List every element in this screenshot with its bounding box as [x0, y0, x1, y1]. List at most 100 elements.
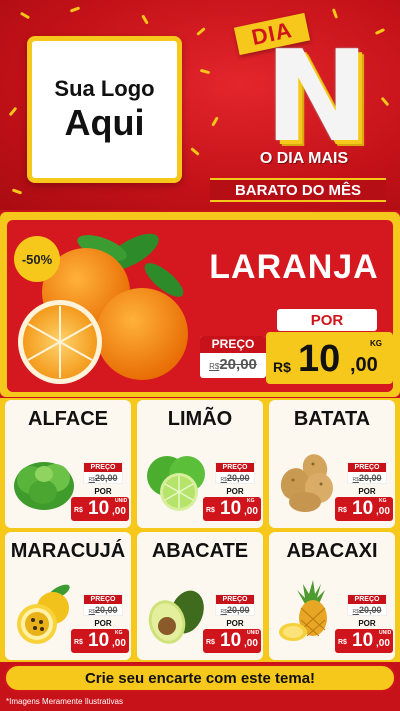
price-unit: KG: [379, 498, 387, 504]
price-unit: KG: [247, 498, 255, 504]
price-integer: 10: [220, 630, 242, 651]
price-decimal: ,00: [376, 506, 390, 517]
big-n-emblem: N: [262, 23, 372, 170]
flyer-page: Sua Logo Aqui DIA N O DIA MAIS BARATO DO…: [0, 0, 400, 711]
currency: R$: [338, 507, 347, 514]
confetti: [380, 96, 390, 107]
featured-old-price: PREÇO R$20,00: [200, 336, 266, 378]
big-n-letter: N: [264, 23, 370, 170]
confetti: [196, 27, 206, 36]
currency: R$: [206, 507, 215, 514]
old-price-box: PREÇO R$20,00: [83, 594, 123, 616]
product-name: LIMÃO: [167, 408, 233, 430]
price-tag: R$ 10 ,00 KG: [335, 497, 393, 521]
confetti: [190, 147, 200, 156]
featured-preco-label: PREÇO: [200, 336, 266, 353]
product-name: ABACAXI: [286, 540, 378, 562]
product-card: ALFACE PREÇO R$20,00 POR R$ 10 ,00 UNID: [5, 400, 131, 528]
old-price-amount: 20,00: [219, 356, 257, 373]
potato-icon: [280, 454, 333, 512]
preco-label: PREÇO: [84, 463, 122, 472]
por-label: POR: [94, 487, 112, 496]
price-decimal: ,00: [112, 506, 126, 517]
price-integer: 10: [88, 498, 110, 519]
featured-por-label: POR: [277, 309, 377, 331]
old-price-amount: 20,00: [226, 605, 250, 615]
price-unit: KG: [115, 630, 123, 636]
passion-fruit-icon: [17, 584, 70, 644]
cta-banner: Crie seu encarte com este tema!: [4, 664, 396, 692]
currency: R$: [74, 507, 83, 514]
confetti: [8, 106, 18, 117]
price-decimal: ,00: [112, 638, 126, 649]
discount-badge: -50%: [14, 236, 60, 282]
product-name: MARACUJÁ: [10, 540, 126, 562]
preco-label: PREÇO: [348, 595, 386, 604]
logo-text-line2: Aqui: [64, 101, 145, 143]
price-decimal: ,00: [244, 506, 258, 517]
old-price-box: PREÇO R$20,00: [215, 594, 255, 616]
product-card: MARACUJÁ PREÇO R$20,00 POR R$ 10 ,00 KG: [5, 532, 131, 660]
por-label: POR: [226, 619, 244, 628]
confetti: [11, 188, 23, 195]
confetti: [199, 68, 211, 75]
price-unit: UNID: [379, 630, 392, 636]
old-price: R$20,00: [348, 604, 386, 618]
header: Sua Logo Aqui DIA N O DIA MAIS BARATO DO…: [0, 0, 400, 210]
slogan-line2: BARATO DO MÊS: [234, 181, 362, 199]
price-tag: R$ 10 ,00 KG: [71, 629, 129, 653]
por-label: POR: [358, 487, 376, 496]
por-label: POR: [358, 619, 376, 628]
preco-label: PREÇO: [348, 463, 386, 472]
old-price: R$20,00: [216, 604, 254, 618]
price-decimal: ,00: [376, 638, 390, 649]
slogan-ribbon: BARATO DO MÊS: [210, 178, 386, 202]
featured-price-tag: R$ 10 ,00 KG: [266, 332, 393, 384]
price-integer: 10: [220, 498, 242, 519]
old-price-amount: 20,00: [94, 605, 118, 615]
price-tag: R$ 10 ,00 UNID: [203, 629, 261, 653]
confetti: [331, 8, 339, 19]
featured-currency: R$: [273, 359, 291, 375]
old-price: R$20,00: [84, 604, 122, 618]
old-price-box: PREÇO R$20,00: [215, 462, 255, 484]
old-price-amount: 20,00: [358, 473, 382, 483]
old-price: R$20,00: [84, 472, 122, 486]
currency: R$: [206, 639, 215, 646]
price-integer: 10: [88, 630, 110, 651]
confetti: [141, 14, 149, 25]
price-tag: R$ 10 ,00 KG: [203, 497, 261, 521]
confetti: [19, 11, 31, 20]
por-label: POR: [226, 487, 244, 496]
preco-label: PREÇO: [84, 595, 122, 604]
old-price-box: PREÇO R$20,00: [83, 462, 123, 484]
old-currency: R$: [209, 362, 220, 371]
disclaimer: *Imagens Meramente Ilustrativas: [6, 697, 123, 706]
logo-text-line1: Sua Logo: [54, 75, 155, 101]
price-tag: R$ 10 ,00 UNID: [335, 629, 393, 653]
old-price-amount: 20,00: [226, 473, 250, 483]
preco-label: PREÇO: [216, 595, 254, 604]
old-price-amount: 20,00: [358, 605, 382, 615]
featured-product-name: LARANJA: [209, 248, 379, 286]
featured-price-unit: KG: [370, 339, 382, 348]
old-price-amount: 20,00: [94, 473, 118, 483]
slogan-line1: O DIA MAIS: [259, 150, 349, 167]
confetti: [69, 6, 81, 13]
featured-old-price-value: R$20,00: [200, 353, 266, 379]
currency: R$: [338, 639, 347, 646]
product-name: ALFACE: [28, 408, 108, 430]
confetti: [374, 28, 386, 35]
lime-icon: [147, 456, 205, 511]
product-card: LIMÃO PREÇO R$20,00 POR R$ 10 ,00 KG: [137, 400, 263, 528]
lettuce-icon: [14, 462, 74, 510]
product-name: ABACATE: [151, 540, 249, 562]
product-card: ABACAXI PREÇO R$20,00 POR R$ 10 ,00 UNID: [269, 532, 395, 660]
product-card: BATATA PREÇO R$20,00 POR R$ 10 ,00 KG: [269, 400, 395, 528]
product-name: BATATA: [293, 408, 371, 430]
featured-price-decimal: ,00: [350, 354, 378, 376]
price-unit: UNID: [115, 498, 128, 504]
old-price: R$20,00: [348, 472, 386, 486]
confetti: [211, 116, 219, 127]
price-tag: R$ 10 ,00 UNID: [71, 497, 129, 521]
